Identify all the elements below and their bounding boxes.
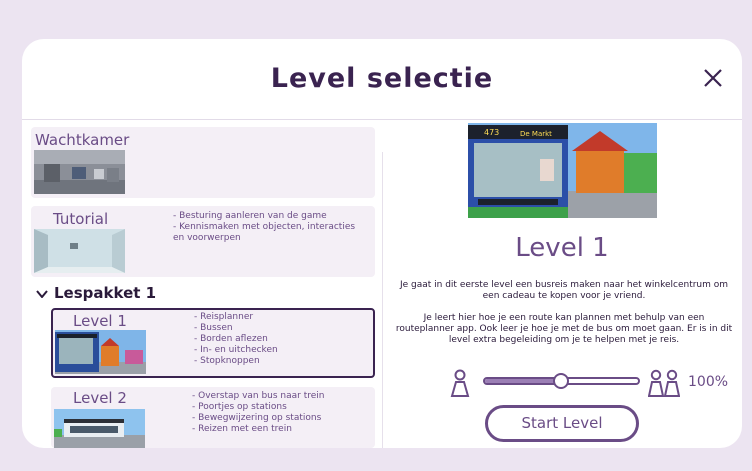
tutorial-features: - Besturing aanleren van de game - Kenni… — [173, 211, 368, 244]
level-card-tutorial[interactable]: Tutorial - Besturing aanleren van de gam… — [31, 206, 375, 277]
feature-item: - Bewegwijzering op stations — [192, 413, 322, 423]
close-icon[interactable] — [702, 67, 724, 89]
level-name: Level 1 — [73, 312, 127, 330]
feature-item: - Kennismaken met objecten, interacties … — [173, 222, 356, 243]
level-2-thumbnail — [54, 409, 145, 448]
detail-level-title: Level 1 — [515, 233, 609, 263]
feature-item: - Stopknoppen — [194, 356, 260, 366]
level-card-wachtkamer[interactable]: Wachtkamer — [31, 127, 375, 198]
tutorial-thumbnail — [34, 229, 125, 273]
feature-item: - Borden aflezen — [194, 334, 268, 344]
feature-item: - Reisplanner — [194, 312, 254, 322]
dialog-title: Level selectie — [270, 63, 494, 94]
guidance-slider-handle[interactable] — [553, 373, 569, 389]
feature-item: - Bussen — [194, 323, 233, 333]
feature-item: - In- en uitchecken — [194, 345, 278, 355]
level-name: Tutorial — [53, 210, 109, 228]
section-lespakket-1[interactable]: Lespakket 1 — [36, 284, 156, 302]
header-divider — [22, 119, 742, 120]
section-label: Lespakket 1 — [54, 284, 157, 302]
guidance-slider-fill — [485, 379, 562, 383]
description-paragraph: Je gaat in dit eerste level een busreis … — [399, 280, 729, 301]
chevron-down-icon — [36, 287, 48, 301]
level-1-features: - Reisplanner - Bussen - Borden aflezen … — [194, 312, 369, 367]
description-paragraph: Je leert hier hoe je een route kan plann… — [395, 313, 733, 345]
level-card-level-2[interactable]: Level 2 - Overstap van bus naar trein - … — [51, 387, 375, 448]
level-preview-image: 473 De Markt — [468, 123, 657, 218]
guidance-percent: 100% — [688, 374, 729, 390]
feature-item: - Besturing aanleren van de game — [173, 211, 327, 221]
level-card-level-1[interactable]: Level 1 - Reisplanner - Bussen - Borden … — [51, 308, 375, 378]
feature-item: - Overstap van bus naar trein — [192, 391, 325, 401]
group-person-icon — [648, 369, 680, 397]
column-divider — [382, 152, 383, 448]
level-1-thumbnail — [55, 330, 146, 374]
feature-item: - Reizen met een trein — [192, 424, 292, 434]
bus-number: 473 — [484, 128, 499, 137]
level-name: Wachtkamer — [35, 131, 130, 149]
level-description: Je gaat in dit eerste level een busreis … — [394, 280, 734, 357]
level-selection-dialog: Level selectie Wachtkamer Tutorial - Bes… — [22, 39, 742, 448]
wachtkamer-thumbnail — [34, 150, 125, 194]
level-2-features: - Overstap van bus naar trein - Poortjes… — [192, 391, 370, 435]
feature-item: - Poortjes op stations — [192, 402, 287, 412]
level-name: Level 2 — [73, 389, 127, 407]
bus-destination: De Markt — [520, 130, 552, 138]
single-person-icon — [450, 369, 470, 397]
start-level-button[interactable]: Start Level — [485, 405, 639, 442]
